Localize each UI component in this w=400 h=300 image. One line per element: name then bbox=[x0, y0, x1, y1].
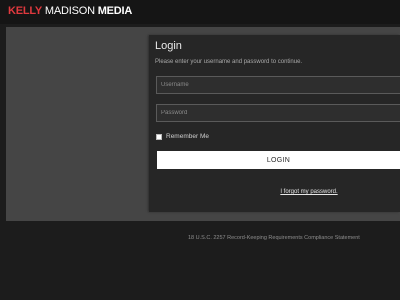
remember-me-label: Remember Me bbox=[166, 133, 209, 140]
remember-me-checkbox[interactable] bbox=[156, 133, 162, 140]
compliance-statement-link[interactable]: 18 U.S.C. 2257 Record-Keeping Requiremen… bbox=[188, 235, 360, 242]
logo-media: MEDIA bbox=[94, 5, 133, 17]
password-input[interactable] bbox=[156, 104, 400, 122]
login-title: Login bbox=[155, 40, 182, 52]
top-bar: KELLY MADISON MEDIA bbox=[0, 0, 400, 24]
logo-kelly: KELLY bbox=[8, 5, 43, 17]
login-panel: Login Please enter your username and pas… bbox=[149, 35, 400, 212]
forgot-password-link[interactable]: I forgot my password. bbox=[149, 188, 400, 196]
login-instructions: Please enter your username and password … bbox=[155, 59, 303, 65]
remember-me[interactable]: Remember Me bbox=[156, 132, 209, 141]
brand-logo[interactable]: KELLY MADISON MEDIA bbox=[8, 5, 132, 18]
login-button[interactable]: LOGIN bbox=[157, 151, 400, 169]
username-input[interactable] bbox=[156, 76, 400, 94]
logo-madison: MADISON bbox=[42, 5, 95, 17]
page: KELLY MADISON MEDIA Login Please enter y… bbox=[0, 0, 400, 300]
